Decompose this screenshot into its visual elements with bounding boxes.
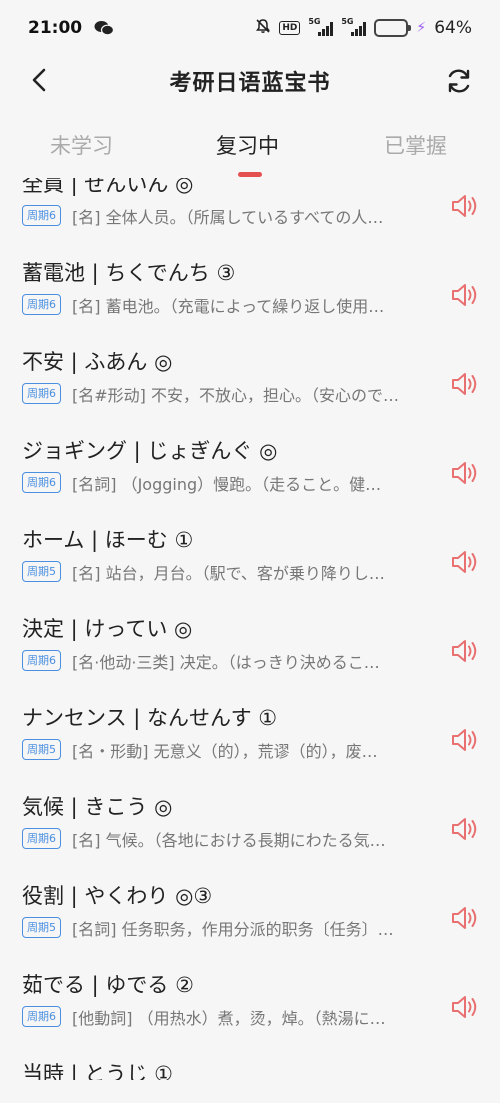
battery-icon [374,19,412,37]
network-type: 5G [308,17,321,26]
cycle-badge: 周期5 [22,739,61,760]
cycle-badge: 周期6 [22,294,61,315]
mute-icon [255,18,271,39]
word-title: 蓄電池 | ちくでんち ③ [22,261,236,285]
signal-icon: 5G [341,17,367,36]
hd-badge: HD [279,21,301,35]
list-item[interactable]: 決定 | けってい ◎ 周期6 [名·他动·三类] 决定。（はっきり決めるこ… [0,605,500,694]
list-item[interactable]: 全員 | ぜんいん ◎ 周期6 [名] 全体人员。（所属しているすべての人… [0,178,500,249]
list-item[interactable]: 蓄電池 | ちくでんち ③ 周期6 [名] 蓄电池。（充電によって繰り返し使用… [0,249,500,338]
word-meaning: [名詞] 任务职务，作用分派的职务〔任务〕… [72,920,394,939]
battery-percent: 64% [434,18,472,38]
word-title: ホーム | ほーむ ① [22,528,194,552]
tab-bar: 未学习 复习中 已掌握 [0,118,500,178]
word-meaning: [名詞] （Jogging）慢跑。（走ること。健… [72,475,382,494]
cycle-badge: 周期6 [22,828,61,849]
wechat-icon [94,20,115,36]
speaker-icon[interactable] [450,904,482,932]
cycle-badge: 周期6 [22,650,61,671]
page-title: 考研日语蓝宝书 [169,71,331,96]
word-title: ナンセンス | なんせんす ① [22,706,278,730]
tab-unlearned[interactable]: 未学习 [50,130,113,160]
word-meaning: [他動詞] （用热水）煮，烫，焯。（熱湯に… [72,1009,386,1028]
speaker-icon[interactable] [450,370,482,398]
list-item[interactable]: 役割 | やくわり ◎③ 周期5 [名詞] 任务职务，作用分派的职务〔任务〕… [0,872,500,961]
network-type: 5G [341,17,354,26]
charging-icon: ⚡ [416,20,427,36]
speaker-icon[interactable] [450,548,482,576]
cycle-badge: 周期6 [22,472,61,493]
cycle-badge: 周期5 [22,917,61,938]
title-bar: 考研日语蓝宝书 [0,56,500,106]
speaker-icon[interactable] [450,192,482,220]
word-title: 役割 | やくわり ◎③ [22,884,213,908]
word-meaning: [名] 气候。（各地における長期にわたる気… [72,831,386,850]
word-meaning: [名·他动·三类] 决定。（はっきり決めるこ… [72,653,380,672]
word-meaning: [名・形動] 无意义（的），荒谬（的），废… [72,742,378,761]
word-title: 茹でる | ゆでる ② [22,973,194,997]
back-arrow-icon[interactable] [26,66,54,94]
list-item[interactable]: ジョギング | じょぎんぐ ◎ 周期6 [名詞] （Jogging）慢跑。（走ること… [0,427,500,516]
list-item[interactable]: 茹でる | ゆでる ② 周期6 [他動詞] （用热水）煮，烫，焯。（熱湯に… [0,961,500,1050]
list-item[interactable]: ホーム | ほーむ ① 周期5 [名] 站台，月台。（駅で、客が乗り降りし… [0,516,500,605]
tab-mastered[interactable]: 已掌握 [384,130,447,160]
refresh-icon[interactable] [444,66,474,96]
status-time: 21:00 [28,18,83,38]
speaker-icon[interactable] [450,637,482,665]
cycle-badge: 周期6 [22,205,61,226]
word-title: 決定 | けってい ◎ [22,617,193,641]
word-meaning: [名] 全体人员。（所属しているすべての人… [72,208,384,227]
speaker-icon[interactable] [450,459,482,487]
list-item[interactable]: 不安 | ふあん ◎ 周期6 [名#形动] 不安，不放心，担心。（安心ので… [0,338,500,427]
word-title: ジョギング | じょぎんぐ ◎ [22,439,278,463]
word-title: 全員 | ぜんいん ◎ [22,178,194,196]
speaker-icon[interactable] [450,993,482,1021]
word-meaning: [名#形动] 不安，不放心，担心。（安心ので… [72,386,399,405]
cycle-badge: 周期5 [22,561,61,582]
word-title: 当時 | とうじ ① [22,1062,173,1080]
list-item[interactable]: 気候 | きこう ◎ 周期6 [名] 气候。（各地における長期にわたる気… [0,783,500,872]
list-item[interactable]: 当時 | とうじ ①周期6 [0,1050,500,1080]
speaker-icon[interactable] [450,815,482,843]
status-bar: 21:00 HD 5G 5G ⚡ 64% [0,0,500,56]
tab-reviewing[interactable]: 复习中 [216,130,279,160]
word-title: 不安 | ふあん ◎ [22,350,173,374]
signal-icon: 5G [308,17,334,36]
word-title: 気候 | きこう ◎ [22,795,173,819]
word-meaning: [名] 蓄电池。（充電によって繰り返し使用… [72,297,385,316]
word-meaning: [名] 站台，月台。（駅で、客が乗り降りし… [72,564,385,583]
speaker-icon[interactable] [450,726,482,754]
active-tab-indicator [238,172,262,177]
cycle-badge: 周期6 [22,383,61,404]
speaker-icon[interactable] [450,281,482,309]
list-item[interactable]: ナンセンス | なんせんす ① 周期5 [名・形動] 无意义（的），荒谬（的），废… [0,694,500,783]
cycle-badge: 周期6 [22,1006,61,1027]
word-list[interactable]: 全員 | ぜんいん ◎ 周期6 [名] 全体人员。（所属しているすべての人… 蓄電池 … [0,178,500,1080]
